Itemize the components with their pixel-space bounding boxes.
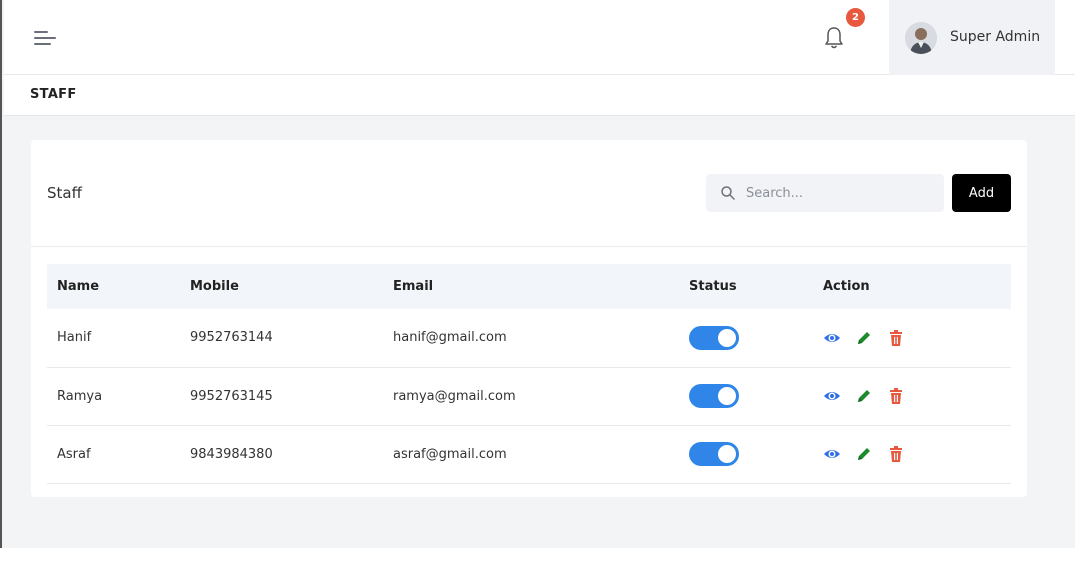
column-header-action: Action — [823, 279, 870, 294]
column-header-name: Name — [57, 279, 100, 294]
breadcrumb: STAFF — [4, 75, 1075, 116]
eye-icon[interactable] — [823, 387, 841, 405]
status-toggle[interactable] — [689, 325, 739, 350]
column-header-status: Status — [689, 279, 737, 294]
add-button[interactable]: Add — [952, 174, 1011, 212]
cell-name: Ramya — [57, 388, 103, 404]
column-header-email: Email — [393, 279, 434, 294]
cell-email: hanif@gmail.com — [393, 330, 507, 346]
avatar — [905, 22, 937, 54]
card-title: Staff — [47, 184, 82, 202]
user-name: Super Admin — [950, 29, 1041, 45]
column-header-mobile: Mobile — [190, 279, 239, 294]
cell-email: asraf@gmail.com — [393, 446, 507, 462]
cell-mobile: 9843984380 — [190, 446, 273, 462]
top-bar: 2 Super Admin — [4, 0, 1075, 75]
search-input[interactable] — [746, 174, 936, 212]
cell-status — [679, 309, 813, 367]
notification-badge: 2 — [846, 8, 865, 27]
status-toggle[interactable] — [689, 384, 739, 408]
eye-icon[interactable] — [823, 329, 841, 347]
cell-mobile: 9952763144 — [190, 330, 273, 346]
table-row: Ramya 9952763145 ramya@gmail.com — [47, 367, 1011, 425]
cell-status — [679, 425, 813, 483]
trash-icon[interactable] — [887, 329, 905, 347]
pencil-icon[interactable] — [855, 329, 873, 347]
menu-icon[interactable] — [34, 28, 58, 48]
cell-action — [813, 309, 1011, 367]
staff-card: Staff Add Name Mobile Email — [31, 140, 1027, 497]
bell-icon[interactable] — [822, 25, 846, 51]
trash-icon[interactable] — [887, 387, 905, 405]
cell-name: Asraf — [57, 446, 91, 462]
page-title: STAFF — [30, 87, 77, 102]
divider — [31, 246, 1027, 247]
cell-action — [813, 367, 1011, 425]
cell-email: ramya@gmail.com — [393, 388, 516, 404]
table-row: Hanif 9952763144 hanif@gmail.com — [47, 309, 1011, 367]
cell-name: Hanif — [57, 330, 92, 346]
status-toggle[interactable] — [689, 442, 739, 466]
cell-mobile: 9952763145 — [190, 388, 273, 404]
pencil-icon[interactable] — [855, 387, 873, 405]
search-icon — [721, 186, 735, 200]
user-menu[interactable]: Super Admin — [889, 0, 1055, 75]
eye-icon[interactable] — [823, 445, 841, 463]
staff-table: Name Mobile Email Status Action Hanif 99… — [47, 264, 1011, 484]
app-frame: 2 Super Admin STAFF Staff Add — [0, 0, 1075, 548]
search-box — [706, 174, 944, 212]
trash-icon[interactable] — [887, 445, 905, 463]
cell-status — [679, 367, 813, 425]
pencil-icon[interactable] — [855, 445, 873, 463]
cell-action — [813, 425, 1011, 483]
table-header-row: Name Mobile Email Status Action — [47, 264, 1011, 309]
table-row: Asraf 9843984380 asraf@gmail.com — [47, 425, 1011, 483]
